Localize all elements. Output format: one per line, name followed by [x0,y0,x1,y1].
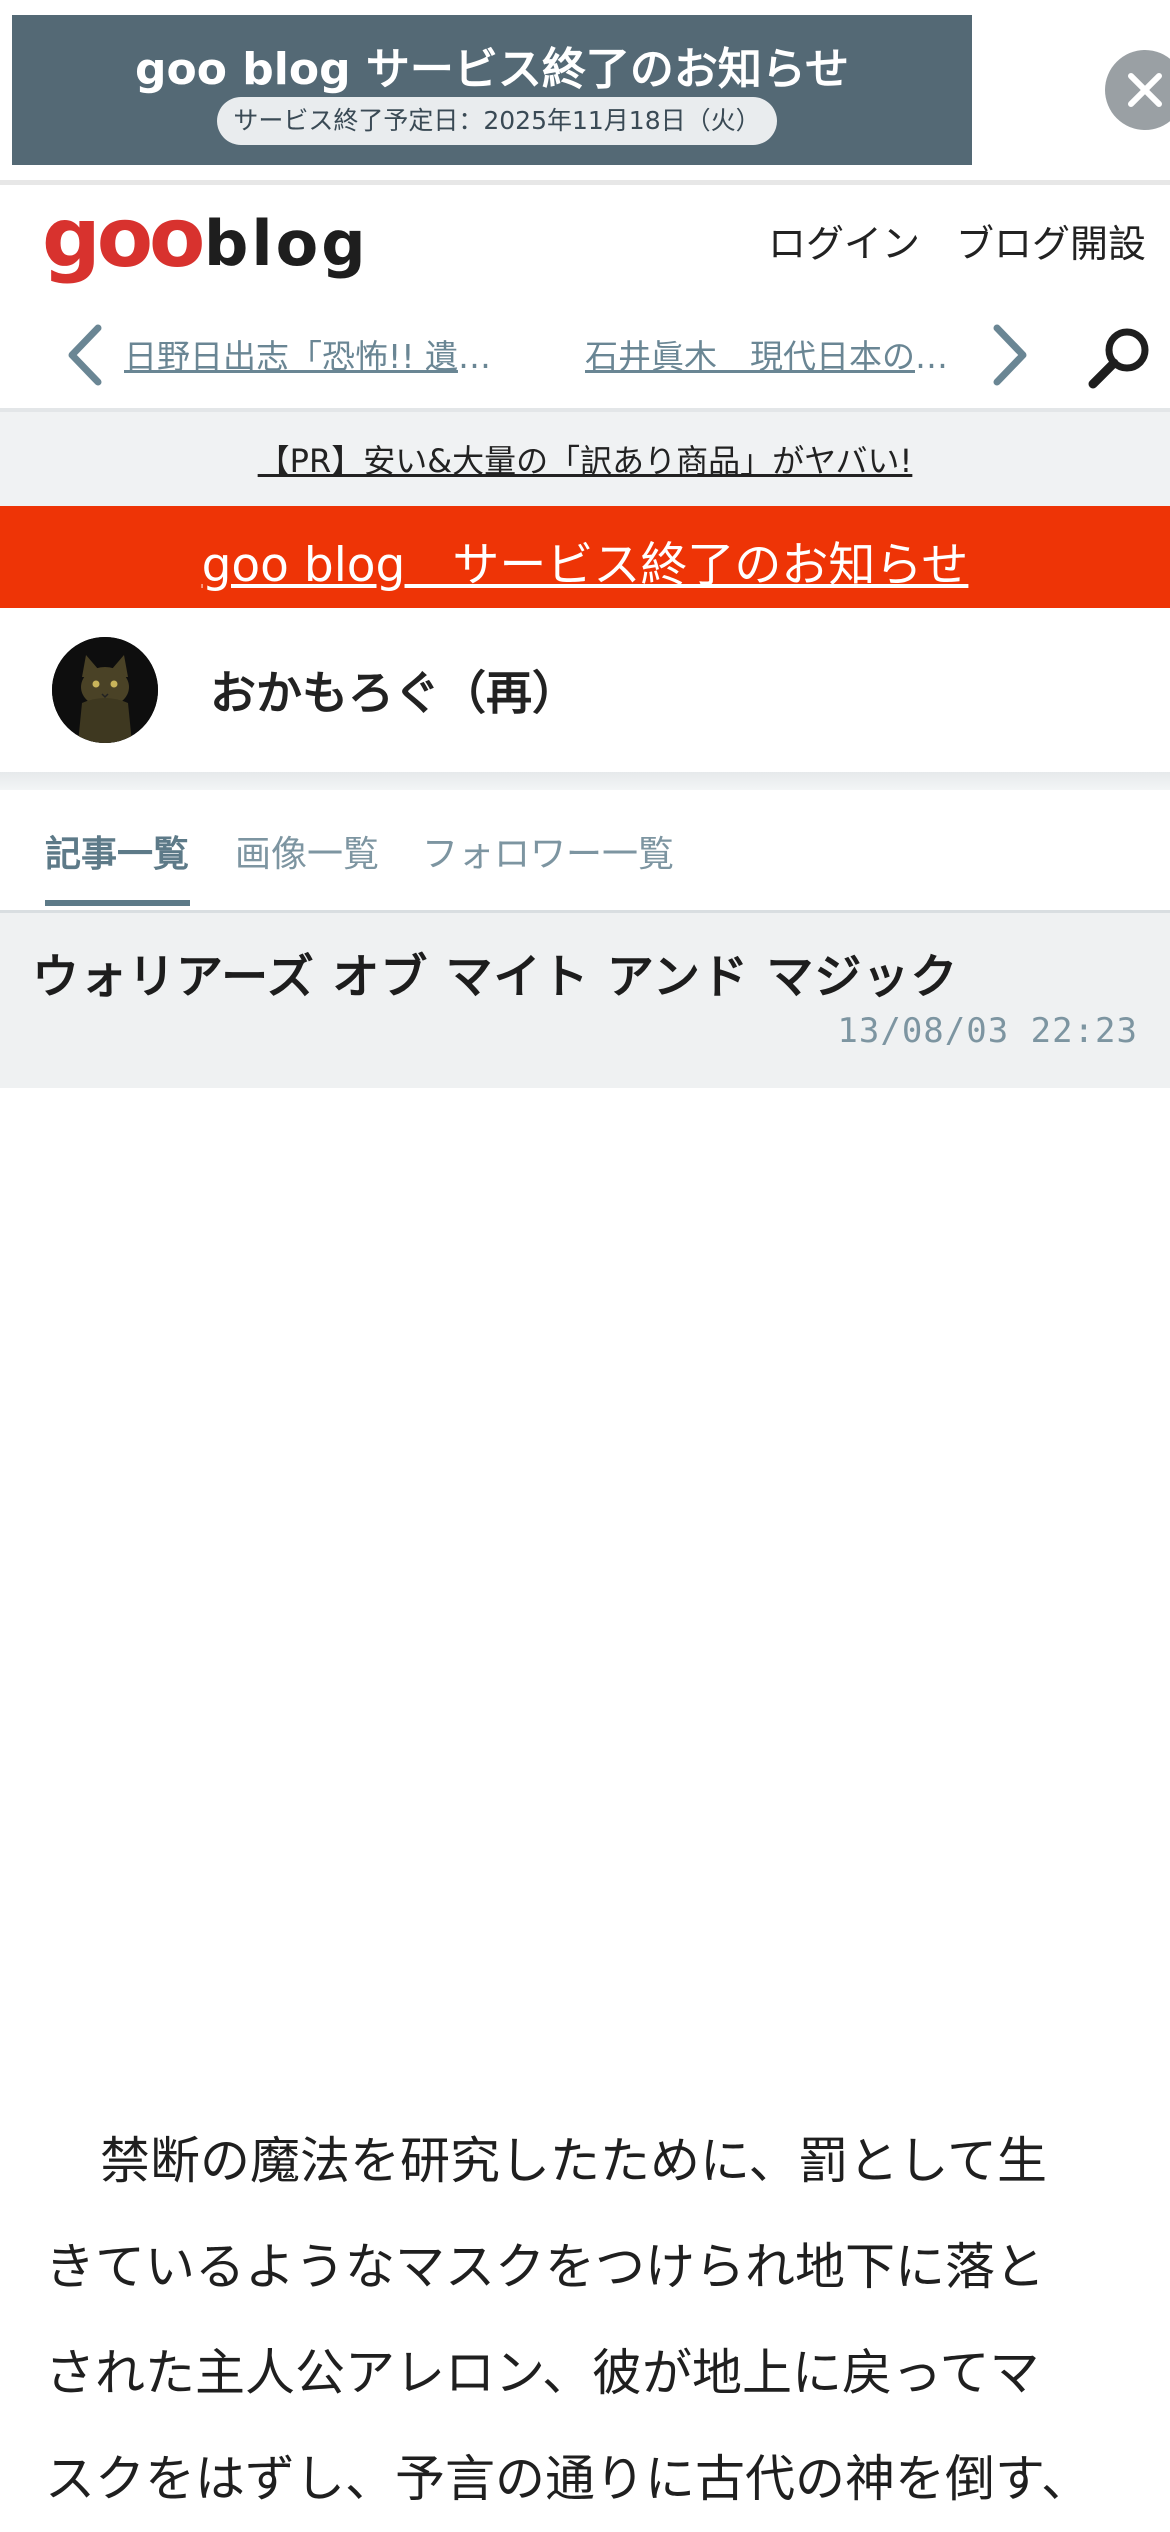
next-article-link[interactable]: 石井眞木 現代日本の作曲家シリーズ [585,330,955,378]
next-article-button[interactable] [985,322,1035,388]
search-button[interactable] [1085,322,1155,392]
blog-name[interactable]: おかもろぐ（再） [210,657,578,723]
banner-close-button[interactable] [1105,50,1170,130]
tab-images[interactable]: 画像一覧 [235,825,379,877]
close-icon [1128,73,1162,107]
article-body-line: 禁断の魔法を研究したために、罰として生 [100,2132,1047,2190]
logo-blog-text: blog [204,207,369,280]
service-end-banner[interactable]: goo blog サービス終了のお知らせ サービス終了予定日：2025年11月1… [12,15,972,165]
article-title: ウォリアーズ オブ マイト アンド マジック [32,950,959,1005]
prev-article-link[interactable]: 日野日出志「恐怖!! 遺伝子人間」 [124,330,494,378]
open-blog-link[interactable]: ブログ開設 [956,213,1146,268]
pr-bar: 【PR】安い&大量の「訳あり商品」がヤバい! [0,412,1170,506]
tab-followers[interactable]: フォロワー一覧 [422,825,674,877]
active-tab-indicator [45,900,190,906]
service-end-notice-bar: goo blog サービス終了のお知らせ [0,506,1170,608]
article-body-line: された主人公アレロン、彼が地上に戻ってマ [45,2344,1040,2402]
banner-title: goo blog サービス終了のお知らせ [134,44,849,95]
goo-blog-logo[interactable]: goo blog [42,194,372,288]
login-link[interactable]: ログイン [768,213,920,268]
article-body: 禁断の魔法を研究したために、罰として生 きているようなマスクをつけられ地下に落と… [45,2108,1135,2532]
article-header: ウォリアーズ オブ マイト アンド マジック 13/08/03 22:23 [0,913,1170,1088]
divider [0,180,1170,185]
service-end-notice-link[interactable]: goo blog サービス終了のお知らせ [0,526,1170,595]
chevron-right-icon [993,324,1027,386]
tab-articles[interactable]: 記事一覧 [45,825,189,877]
prev-article-button[interactable] [60,322,110,388]
pr-link[interactable]: 【PR】安い&大量の「訳あり商品」がヤバい! [0,436,1170,482]
article-date: 13/08/03 22:23 [837,1011,1138,1051]
divider [0,772,1170,790]
chevron-left-icon [68,324,102,386]
cat-avatar-icon [52,637,158,743]
search-icon [1088,328,1149,389]
banner-end-date: サービス終了予定日：2025年11月18日（火） [217,97,777,145]
article-body-line: スクをはずし、予言の通りに古代の神を倒す、 [45,2450,1091,2508]
article-body-line: きているようなマスクをつけられ地下に落と [45,2238,1045,2296]
avatar[interactable] [52,637,158,743]
logo-goo-text: goo [42,191,205,286]
